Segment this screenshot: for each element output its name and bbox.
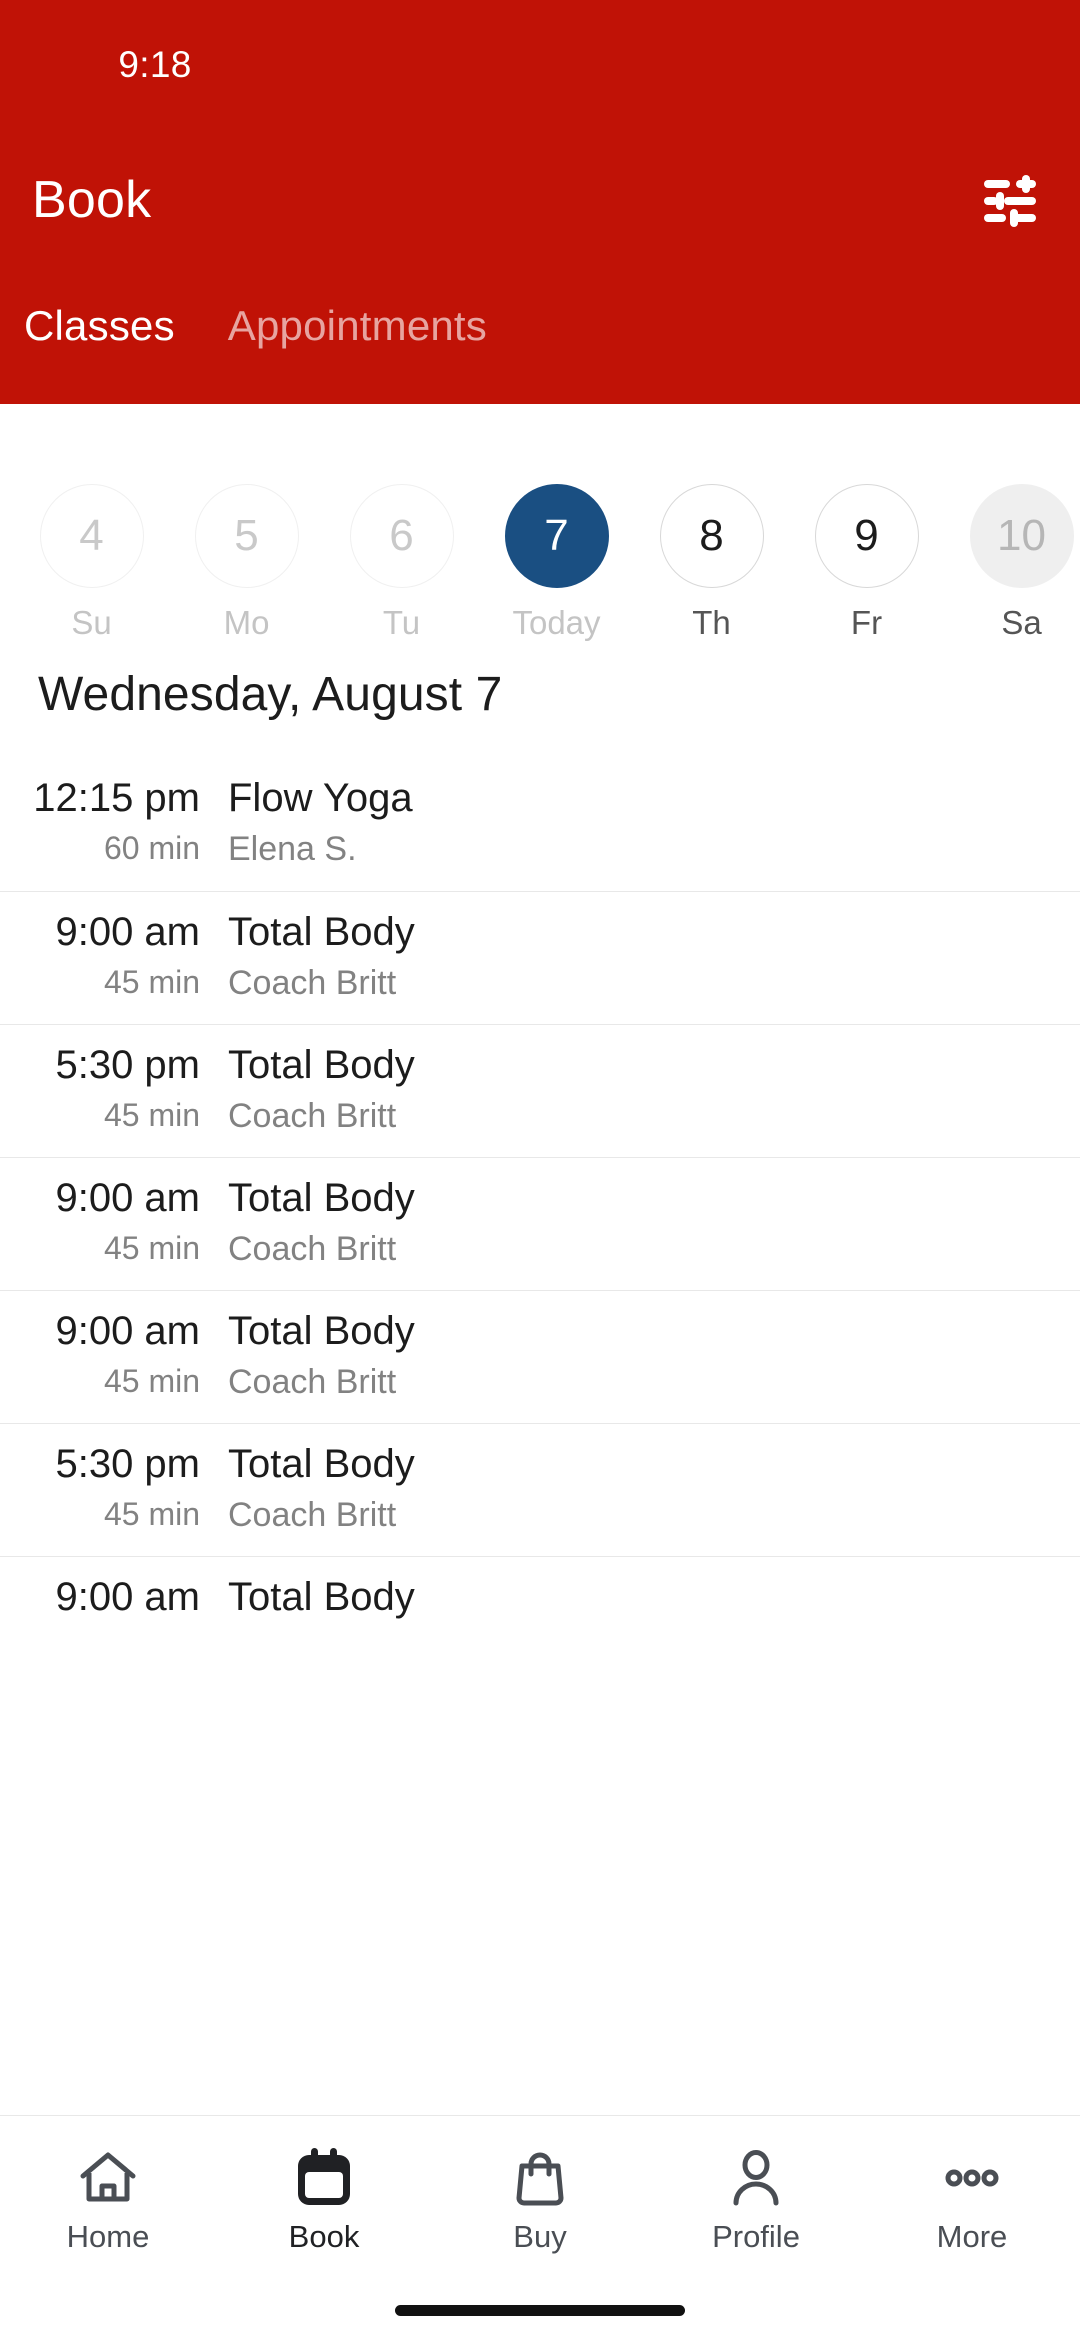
app-header: 9:18 Book Classes Appointments <box>0 0 1080 404</box>
date-cell-9[interactable]: 9 Fr <box>789 404 944 641</box>
nav-label-more: More <box>936 2219 1008 2254</box>
class-start-time: 5:30 pm <box>55 1043 200 1087</box>
tab-classes[interactable]: Classes <box>24 300 175 352</box>
date-weekday-label: Th <box>692 604 731 641</box>
tab-appointments[interactable]: Appointments <box>228 300 487 352</box>
date-circle[interactable]: 8 <box>659 484 764 588</box>
class-start-time: 5:30 pm <box>55 1442 200 1486</box>
class-duration: 45 min <box>103 1230 200 1266</box>
class-list-item[interactable]: 5:30 pm 45 min Total Body Coach Britt <box>0 1024 1080 1157</box>
class-list-item[interactable]: 12:15 pm 60 min Flow Yoga Elena S. <box>0 758 1080 891</box>
class-info-column: Total Body <box>214 1573 1080 1628</box>
class-instructor: Coach Britt <box>228 1496 397 1534</box>
class-time-column: 12:15 pm 60 min <box>0 774 214 867</box>
class-time-column: 9:00 am 45 min <box>0 1307 214 1400</box>
home-icon <box>78 2146 138 2210</box>
calendar-icon <box>295 2146 353 2210</box>
class-duration: 60 min <box>103 830 200 866</box>
date-circle[interactable]: 10 <box>969 484 1074 588</box>
class-name: Flow Yoga <box>228 776 413 820</box>
class-name: Total Body <box>228 1176 415 1220</box>
class-time-column: 9:00 am 45 min <box>0 908 214 1001</box>
class-instructor: Elena S. <box>228 830 357 868</box>
filter-button[interactable] <box>972 168 1048 238</box>
date-cell-6[interactable]: 6 Tu <box>324 404 479 641</box>
status-bar-clock: 9:18 <box>118 44 192 85</box>
class-list[interactable]: 12:15 pm 60 min Flow Yoga Elena S. 9:00 … <box>0 758 1080 2340</box>
class-duration: 45 min <box>103 964 200 1000</box>
nav-label-profile: Profile <box>712 2219 800 2254</box>
class-list-item[interactable]: 5:30 pm 45 min Total Body Coach Britt <box>0 1423 1080 1556</box>
date-strip[interactable]: 4 Su 5 Mo 6 Tu 7 Today 8 Th 9 Fr 10 Sa <box>0 404 1080 669</box>
date-circle[interactable]: 9 <box>814 484 919 588</box>
nav-label-buy: Buy <box>513 2219 567 2254</box>
date-weekday-label: Fr <box>850 604 883 641</box>
class-start-time: 12:15 pm <box>33 776 200 820</box>
class-name: Total Body <box>228 1309 415 1353</box>
app-screen: 9:18 Book Classes Appointments 4 Su 5 Mo… <box>0 0 1080 2340</box>
home-indicator <box>395 2305 685 2316</box>
class-info-column: Total Body Coach Britt <box>214 1307 1080 1402</box>
class-instructor: Coach Britt <box>228 1097 397 1135</box>
person-icon <box>727 2146 785 2210</box>
bottom-navigation-bar: Home Book Buy Profile More <box>0 2115 1080 2340</box>
class-duration: 45 min <box>103 1097 200 1133</box>
class-instructor: Coach Britt <box>228 1230 397 1268</box>
date-cell-8[interactable]: 8 Th <box>634 404 789 641</box>
class-info-column: Total Body Coach Britt <box>214 1440 1080 1535</box>
date-weekday-label: Su <box>71 604 112 641</box>
class-time-column: 5:30 pm 45 min <box>0 1440 214 1533</box>
class-info-column: Total Body Coach Britt <box>214 1174 1080 1269</box>
date-cell-7-today[interactable]: 7 Today <box>479 404 634 641</box>
class-list-item[interactable]: 9:00 am Total Body <box>0 1556 1080 1689</box>
nav-label-home: Home <box>66 2219 150 2254</box>
class-start-time: 9:00 am <box>55 1176 200 1220</box>
class-info-column: Flow Yoga Elena S. <box>214 774 1080 869</box>
selected-day-heading: Wednesday, August 7 <box>38 668 503 721</box>
class-instructor: Coach Britt <box>228 964 397 1002</box>
date-circle[interactable]: 4 <box>39 484 144 588</box>
class-list-item[interactable]: 9:00 am 45 min Total Body Coach Britt <box>0 1290 1080 1423</box>
date-circle[interactable]: 6 <box>349 484 454 588</box>
date-cell-5[interactable]: 5 Mo <box>169 404 324 641</box>
class-list-item[interactable]: 9:00 am 45 min Total Body Coach Britt <box>0 1157 1080 1290</box>
status-bar: 9:18 <box>0 0 1080 100</box>
class-time-column: 9:00 am 45 min <box>0 1174 214 1267</box>
nav-item-more[interactable]: More <box>864 2116 1080 2340</box>
shopping-bag-icon <box>511 2146 569 2210</box>
date-cell-4[interactable]: 4 Su <box>14 404 169 641</box>
class-duration: 45 min <box>103 1496 200 1532</box>
class-name: Total Body <box>228 1575 415 1619</box>
date-circle[interactable]: 5 <box>194 484 299 588</box>
date-weekday-label: Tu <box>382 604 421 641</box>
class-duration: 45 min <box>103 1363 200 1399</box>
class-time-column: 5:30 pm 45 min <box>0 1041 214 1134</box>
header-tabs: Classes Appointments <box>0 300 1080 378</box>
nav-label-book: Book <box>288 2219 360 2254</box>
class-start-time: 9:00 am <box>55 1575 200 1619</box>
class-list-item[interactable]: 9:00 am 45 min Total Body Coach Britt <box>0 891 1080 1024</box>
class-time-column: 9:00 am <box>0 1573 214 1628</box>
page-title: Book <box>32 171 152 229</box>
class-start-time: 9:00 am <box>55 1309 200 1353</box>
date-cell-10[interactable]: 10 Sa <box>944 404 1080 641</box>
date-weekday-label: Sa <box>1001 604 1042 641</box>
class-name: Total Body <box>228 910 415 954</box>
class-instructor: Coach Britt <box>228 1363 397 1401</box>
date-weekday-label: Mo <box>223 604 270 641</box>
date-circle-selected[interactable]: 7 <box>504 484 609 588</box>
class-info-column: Total Body Coach Britt <box>214 1041 1080 1136</box>
date-weekday-label: Today <box>512 604 601 641</box>
class-name: Total Body <box>228 1442 415 1486</box>
more-dots-icon <box>943 2146 1001 2210</box>
class-name: Total Body <box>228 1043 415 1087</box>
sliders-filter-icon <box>982 174 1038 232</box>
class-start-time: 9:00 am <box>55 910 200 954</box>
nav-item-home[interactable]: Home <box>0 2116 216 2340</box>
class-info-column: Total Body Coach Britt <box>214 908 1080 1003</box>
